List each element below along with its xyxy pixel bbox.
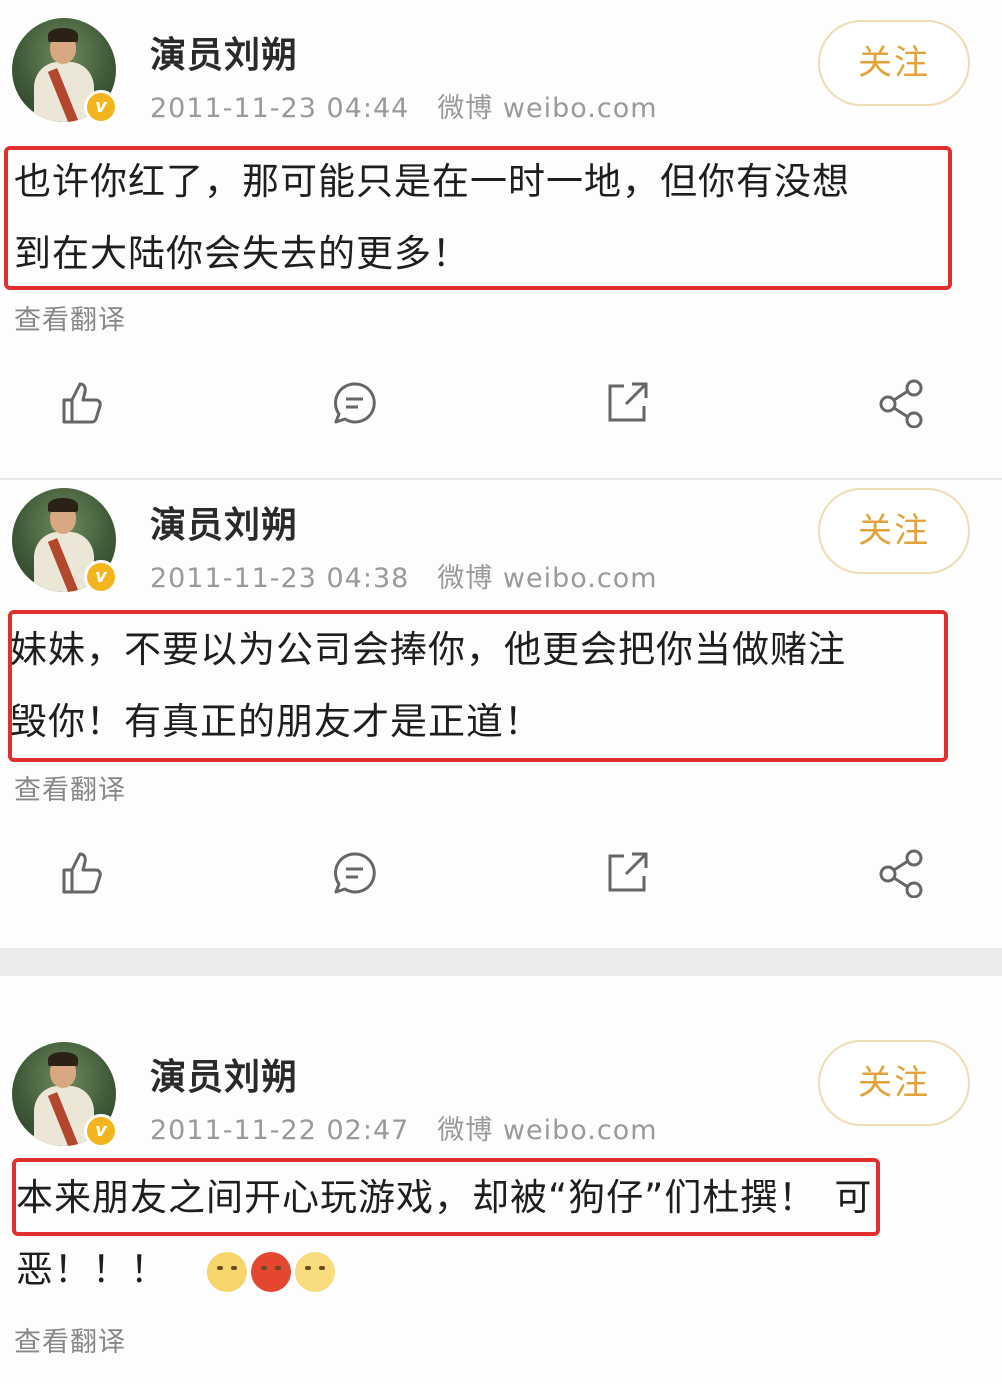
verified-badge-icon: v xyxy=(84,1114,118,1148)
post-source[interactable]: 微博 weibo.com xyxy=(437,563,657,594)
weibo-post: v 演员刘朔 2011-11-23 04:38 微博 weibo.com 关注 妹… xyxy=(0,480,1002,948)
post-timestamp: 2011-11-22 02:47 xyxy=(150,1115,410,1146)
post-text-line: 恶！！！ xyxy=(16,1234,872,1306)
post-text-line: 到在大陆你会失去的更多！ xyxy=(14,232,470,275)
follow-button[interactable]: 关注 xyxy=(818,488,970,574)
post-text-line: 本来朋友之间开心玩游戏，却被“狗仔”们杜撰！ 可 xyxy=(16,1162,872,1234)
post-text-boxed: 本来朋友之间开心玩游戏，却被“狗仔”们杜撰！ xyxy=(16,1176,817,1219)
thumbs-up-icon[interactable] xyxy=(56,848,106,898)
post-text-line: 妹妹，不要以为公司会捧你，他更会把你当做赌注 xyxy=(10,628,846,671)
post-text-line: 也许你红了，那可能只是在一时一地，但你有没想 xyxy=(14,160,850,203)
post-text-line: 毁你！有真正的朋友才是正道！ xyxy=(10,700,542,743)
follow-button[interactable]: 关注 xyxy=(818,1040,970,1126)
post-text-end: 恶！！！ xyxy=(16,1248,168,1291)
sad-face-emoji-icon xyxy=(294,1251,335,1292)
action-bar xyxy=(0,848,1002,918)
share-icon[interactable] xyxy=(876,378,926,429)
author-name[interactable]: 演员刘朔 xyxy=(150,26,298,78)
post-meta: 2011-11-23 04:38 微博 weibo.com xyxy=(150,556,658,595)
repost-icon[interactable] xyxy=(602,848,652,898)
verified-badge-icon: v xyxy=(84,560,118,594)
post-timestamp: 2011-11-23 04:38 xyxy=(150,563,410,594)
section-separator xyxy=(0,948,1002,976)
share-icon[interactable] xyxy=(876,848,926,899)
post-source[interactable]: 微博 weibo.com xyxy=(437,93,657,124)
translate-link[interactable]: 查看翻译 xyxy=(14,768,126,807)
post-text: 本来朋友之间开心玩游戏，却被“狗仔”们杜撰！ 可 恶！！！ xyxy=(16,1162,872,1306)
follow-button[interactable]: 关注 xyxy=(818,20,970,106)
action-bar xyxy=(0,378,1002,448)
post-text: 也许你红了，那可能只是在一时一地，但你有没想 到在大陆你会失去的更多！ xyxy=(14,146,850,290)
post-text: 妹妹，不要以为公司会捧你，他更会把你当做赌注 毁你！有真正的朋友才是正道！ xyxy=(10,614,846,758)
angry-face-emoji-icon xyxy=(206,1251,247,1292)
post-text-tail: 可 xyxy=(834,1176,873,1219)
post-timestamp: 2011-11-23 04:44 xyxy=(150,93,410,124)
comment-icon[interactable] xyxy=(330,848,380,898)
post-meta: 2011-11-23 04:44 微博 weibo.com xyxy=(150,86,658,125)
rage-face-emoji-icon xyxy=(250,1251,291,1292)
author-name[interactable]: 演员刘朔 xyxy=(150,1048,298,1100)
comment-icon[interactable] xyxy=(330,378,380,428)
author-name[interactable]: 演员刘朔 xyxy=(150,496,298,548)
weibo-post: v 演员刘朔 2011-11-22 02:47 微博 weibo.com 关注 本… xyxy=(0,976,1002,1384)
verified-badge-icon: v xyxy=(84,90,118,124)
post-meta: 2011-11-22 02:47 微博 weibo.com xyxy=(150,1108,658,1147)
translate-link[interactable]: 查看翻译 xyxy=(14,298,126,337)
weibo-post: v 演员刘朔 2011-11-23 04:44 微博 weibo.com 关注 也… xyxy=(0,0,1002,478)
translate-link[interactable]: 查看翻译 xyxy=(14,1320,126,1359)
post-source[interactable]: 微博 weibo.com xyxy=(437,1115,657,1146)
thumbs-up-icon[interactable] xyxy=(56,378,106,428)
repost-icon[interactable] xyxy=(602,378,652,428)
